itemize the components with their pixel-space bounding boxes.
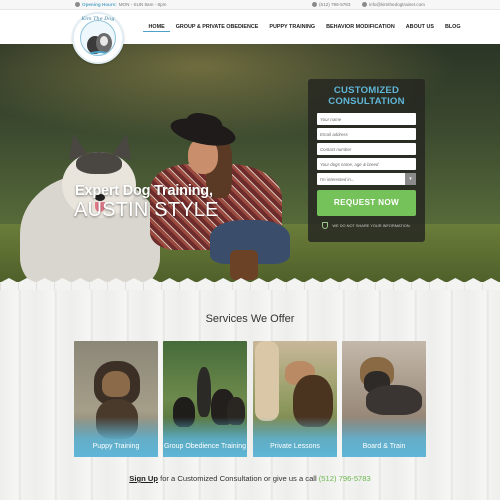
service-card-label: Puppy Training xyxy=(92,442,140,450)
mail-icon xyxy=(362,1,367,7)
service-card-puppy-training[interactable]: Puppy Training xyxy=(74,341,158,457)
site-logo[interactable]: Kim The Dog Trainer xyxy=(72,12,124,64)
clock-icon xyxy=(75,1,80,7)
nav-behavior-modification[interactable]: BEHAVIOR MODIFICATION xyxy=(321,24,401,32)
services-title: Services We Offer xyxy=(205,313,295,325)
dog-info-field[interactable]: Your dogs name, age & breed xyxy=(317,158,416,170)
interest-select[interactable]: I'm interested in... ▾ xyxy=(317,173,416,185)
consultation-form: CUSTOMIZED CONSULTATION Your name Email … xyxy=(308,79,425,242)
nav-puppy-training[interactable]: PUPPY TRAINING xyxy=(264,24,321,32)
service-card-private-lessons[interactable]: Private Lessons xyxy=(253,341,337,457)
top-info-bar: Opening Hours: MON - SUN 8am - 8pm (512)… xyxy=(0,0,500,10)
opening-hours-label: Opening Hours: xyxy=(82,1,117,7)
nav-about-us[interactable]: ABOUT US xyxy=(400,24,439,32)
fence-top xyxy=(0,278,500,290)
cta-text: for a Customized Consultation or give us… xyxy=(157,474,319,483)
phone-link[interactable]: (512) 796-5783 xyxy=(312,1,351,7)
opening-hours: Opening Hours: MON - SUN 8am - 8pm xyxy=(75,1,167,7)
main-nav: HOME GROUP & PRIVATE OBEDIENCE PUPPY TRA… xyxy=(143,24,466,32)
service-card-label: Group Obedience Training xyxy=(163,442,247,450)
opening-hours-value: MON - SUN 8am - 8pm xyxy=(118,1,167,7)
hero-banner xyxy=(0,44,500,290)
email-address: info@kimthedogtrainer.com xyxy=(369,1,425,7)
phone-number: (512) 796-5783 xyxy=(319,1,351,7)
service-card-label: Board & Train xyxy=(362,442,406,450)
privacy-note: WE DO NOT SHARE YOUR INFORMATION. xyxy=(317,222,416,229)
email-field[interactable]: Email address xyxy=(317,128,416,140)
hero-subtitle: AUSTIN STYLE xyxy=(74,199,219,221)
form-title-line1: CUSTOMIZED xyxy=(333,85,400,96)
cta-phone-link[interactable]: (512) 796-5783 xyxy=(319,474,371,483)
name-field[interactable]: Your name xyxy=(317,113,416,125)
interest-select-label: I'm interested in... xyxy=(320,176,355,182)
hero-title: Expert Dog Training, xyxy=(75,183,213,199)
phone-field[interactable]: Contact number xyxy=(317,143,416,155)
nav-blog[interactable]: BLOG xyxy=(439,24,466,32)
service-card-label: Private Lessons xyxy=(270,442,320,450)
form-title-line2: CONSULTATION xyxy=(328,95,405,107)
service-card-board-train[interactable]: Board & Train xyxy=(342,341,426,457)
form-title: CUSTOMIZED CONSULTATION xyxy=(317,85,416,107)
sign-up-link[interactable]: Sign Up xyxy=(129,474,158,483)
request-now-button[interactable]: REQUEST NOW xyxy=(317,190,416,216)
nav-home[interactable]: HOME xyxy=(143,24,171,32)
privacy-note-text: WE DO NOT SHARE YOUR INFORMATION. xyxy=(332,223,411,228)
nav-group-private-obedience[interactable]: GROUP & PRIVATE OBEDIENCE xyxy=(170,24,264,32)
shield-icon xyxy=(322,222,329,229)
logo-dog-icon xyxy=(80,20,116,56)
service-card-group-obedience[interactable]: Group Obedience Training xyxy=(163,341,247,457)
chevron-down-icon[interactable]: ▾ xyxy=(405,173,416,185)
call-to-action: Sign Up for a Customized Consultation or… xyxy=(0,474,500,483)
email-link[interactable]: info@kimthedogtrainer.com xyxy=(362,1,425,7)
phone-icon xyxy=(312,1,317,7)
